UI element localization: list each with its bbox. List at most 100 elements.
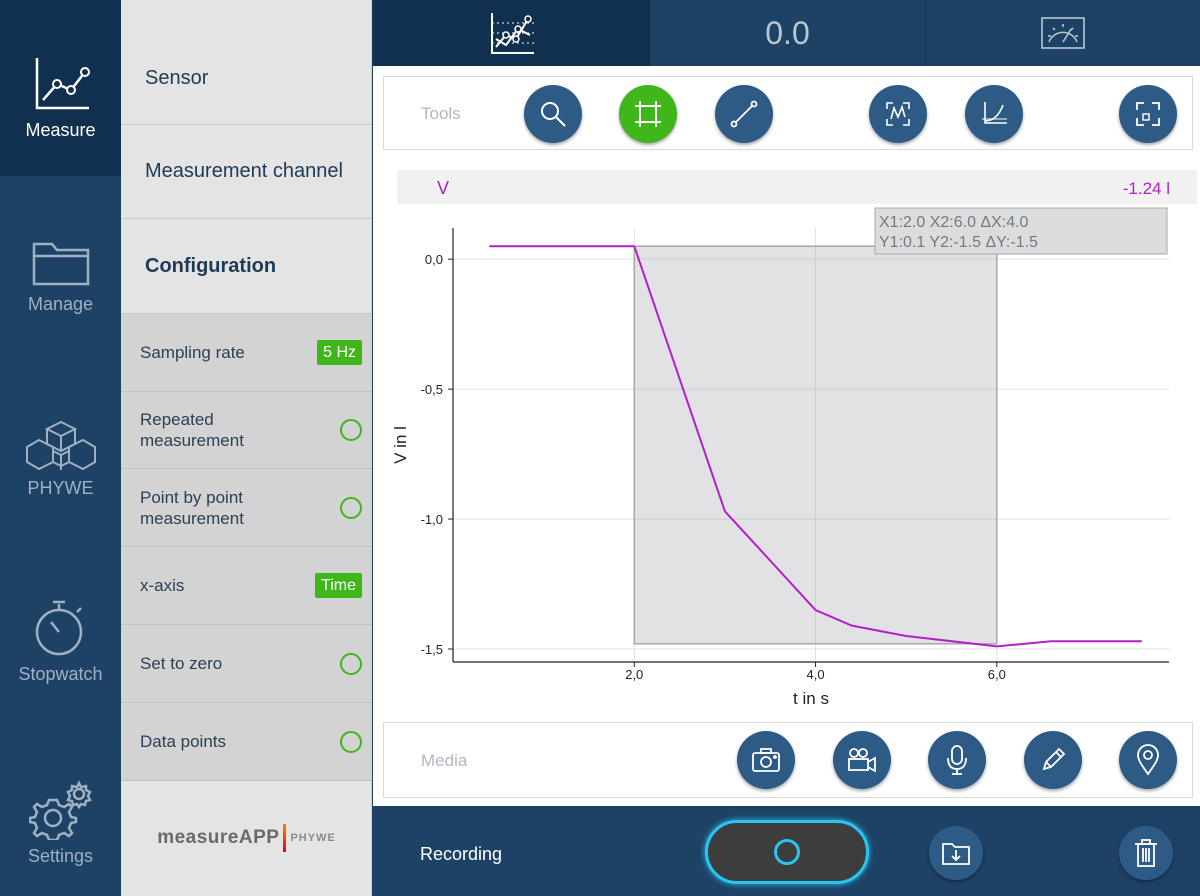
sensor-row[interactable]: Sensor [121,32,372,125]
folder-download-icon [942,843,970,865]
measurement-channel-label: Measurement channel [145,160,343,182]
record-button[interactable] [705,820,869,884]
line-chart-icon [35,58,90,110]
configuration-row[interactable]: Configuration [121,219,372,314]
data-points-label: Data points [140,732,226,751]
y-tick-label: -1,0 [421,512,443,527]
trash-icon [1135,839,1157,867]
x-axis-label: x-axis [140,576,185,595]
folder-icon [32,242,89,286]
current-value: -1.24 l [1123,179,1170,198]
photo-button[interactable] [737,731,795,789]
autoscale-tool-button[interactable] [869,85,927,143]
fullscreen-button[interactable] [1119,85,1177,143]
logo-text: measureAPP [157,827,280,848]
video-button[interactable] [833,731,891,789]
note-button[interactable] [1024,731,1082,789]
set-to-zero-label: Set to zero [140,654,223,673]
video-camera-icon [848,748,876,773]
nav-item-label: Stopwatch [18,664,103,684]
view-tab-bar: 0.0 [373,0,1200,66]
media-title: Media [421,751,468,770]
cubes-icon [25,420,96,471]
set-to-zero-row[interactable]: Set to zero [121,625,372,703]
tab-analog-gauge[interactable] [926,0,1200,66]
y-axis-label: V in l [391,426,410,464]
x-axis-row[interactable]: x-axis Time [121,547,372,625]
tab-graph[interactable] [373,0,650,66]
crop-selection-icon [635,101,661,127]
main-navigation: Measure Manage PHYWE Stopwatch Settings [0,0,121,896]
autoscale-icon [886,102,910,126]
data-points-toggle[interactable] [340,730,362,753]
measurement-channel-row[interactable]: Measurement channel [121,125,372,219]
tools-bar: Tools [383,76,1193,150]
nav-item-label: PHYWE [27,478,94,498]
save-measurement-button[interactable] [929,826,983,880]
settings-panel: Sensor Measurement channel Configuration… [121,0,372,896]
tab-digital-display[interactable]: 0.0 [650,0,926,66]
series-header-strip [397,170,1197,204]
location-button[interactable] [1119,731,1177,789]
gear-icon [28,780,92,840]
tools-title: Tools [421,104,461,123]
curve-fit-icon [982,102,1007,124]
nav-item-label: Settings [27,846,94,866]
sampling-rate-badge[interactable]: 5 Hz [317,340,362,365]
nav-item-label: Manage [27,294,94,314]
x-tick-label: 4,0 [806,667,824,682]
stopwatch-icon [35,600,82,656]
cursor-readout-line1: X1:2.0 X2:6.0 ΔX:4.0 [879,214,1029,231]
point-by-point-row[interactable]: Point by point measurement [121,469,372,547]
nav-item-phywe[interactable]: PHYWE [0,418,121,518]
sensor-label: Sensor [145,66,209,89]
nav-item-label: Measure [25,120,96,140]
zoom-tool-button[interactable] [524,85,582,143]
nav-item-manage[interactable]: Manage [0,236,121,336]
microphone-icon [947,745,967,775]
line-tool-button[interactable] [715,85,773,143]
set-to-zero-toggle[interactable] [340,652,362,675]
repeated-measurement-row[interactable]: Repeated measurement [121,392,372,469]
y-tick-label: 0,0 [425,252,443,267]
nav-item-settings[interactable]: Settings [0,780,121,880]
curve-fit-tool-button[interactable] [965,85,1023,143]
logo-divider [283,824,287,852]
y-tick-label: -0,5 [421,382,443,397]
pencil-icon [1042,747,1066,771]
digital-display-value: 0.0 [765,14,810,51]
data-points-row[interactable]: Data points [121,703,372,781]
delete-measurement-button[interactable] [1119,826,1173,880]
selection-tool-button[interactable] [619,85,677,143]
recording-bar: Recording [373,806,1200,896]
nav-item-measure[interactable]: Measure [0,0,121,176]
series-label: V [437,178,449,198]
map-pin-icon [1137,744,1159,776]
measurement-view: Tools V -1.24 l 2,0 4,0 6,0 0,0 -0,5 -1,0 -1,5 t … [373,66,1200,806]
repeated-measurement-label: Repeated measurement [140,410,244,450]
configuration-label: Configuration [145,254,277,277]
x-tick-label: 6,0 [988,667,1006,682]
x-tick-label: 2,0 [625,667,643,682]
app-logo: measureAPP PHYWE [121,780,372,896]
point-by-point-toggle[interactable] [340,496,362,519]
magnifier-icon [541,102,566,127]
media-bar: Media [383,722,1193,798]
line-segment-icon [730,100,758,128]
point-by-point-label: Point by point measurement [140,487,244,528]
gauge-icon [1041,17,1085,49]
repeated-measurement-toggle[interactable] [340,419,362,441]
x-axis-badge[interactable]: Time [315,573,362,598]
logo-brand: PHYWE [290,832,336,844]
fullscreen-icon [1136,102,1160,126]
measurement-chart[interactable]: V -1.24 l 2,0 4,0 6,0 0,0 -0,5 -1,0 -1,5 t in s V … [373,166,1200,716]
selection-region [633,245,998,645]
recording-label: Recording [420,844,503,864]
x-axis-label: t in s [793,689,829,708]
camera-icon [752,748,780,772]
nav-item-stopwatch[interactable]: Stopwatch [0,598,121,698]
record-icon [774,839,800,865]
audio-button[interactable] [928,731,986,789]
sampling-rate-row[interactable]: Sampling rate 5 Hz [121,314,372,392]
chart-svg: V -1.24 l 2,0 4,0 6,0 0,0 -0,5 -1,0 -1,5 t in s V … [391,170,1197,708]
